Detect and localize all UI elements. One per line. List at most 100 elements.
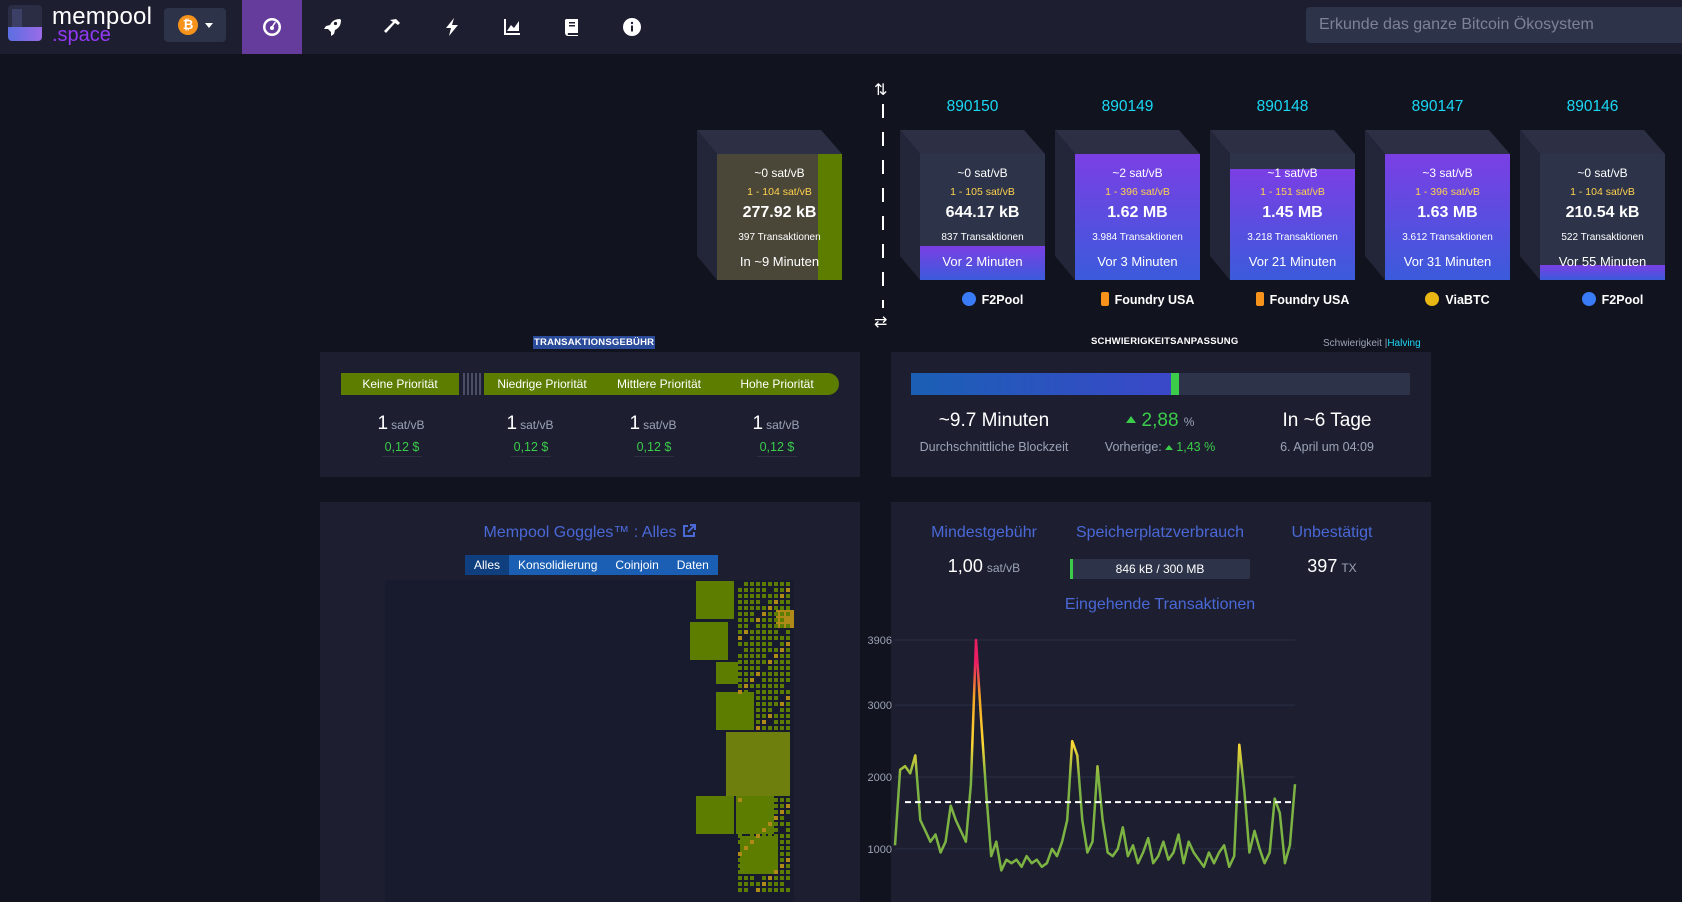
block-top-face xyxy=(1520,130,1665,154)
tx-square xyxy=(786,696,790,700)
tx-square xyxy=(780,600,784,604)
y-tick-label: 2000 xyxy=(868,772,892,784)
tx-square xyxy=(762,846,766,850)
tx-square xyxy=(756,660,760,664)
tx-square xyxy=(774,888,778,892)
goggles-tab-all[interactable]: Alles xyxy=(465,555,510,575)
difficulty-link[interactable]: Schwierigkeit xyxy=(1323,338,1382,349)
block-tx-count: 522 Transaktionen xyxy=(1561,232,1644,243)
tx-square xyxy=(774,876,778,880)
tx-square xyxy=(786,852,790,856)
goggles-block-visualization[interactable] xyxy=(385,580,794,902)
block-side-face xyxy=(1055,130,1075,280)
tx-square xyxy=(756,858,760,862)
block-pool-link[interactable]: F2Pool xyxy=(920,292,1065,307)
halving-link[interactable]: Halving xyxy=(1387,338,1420,349)
nav-lightning[interactable] xyxy=(422,0,482,54)
tx-square xyxy=(738,630,742,634)
nav-graphs[interactable] xyxy=(482,0,542,54)
block-height-link[interactable]: 890150 xyxy=(900,98,1045,116)
tx-square xyxy=(762,690,766,694)
tx-square xyxy=(774,648,778,652)
swap-horizontal-icon[interactable]: ⇄ xyxy=(874,312,887,332)
tx-square xyxy=(738,678,742,682)
goggles-tab-consolidation[interactable]: Konsolidierung xyxy=(509,555,607,575)
block-height-link[interactable]: 890149 xyxy=(1055,98,1200,116)
tx-square xyxy=(780,654,784,658)
tx-square xyxy=(774,804,778,808)
mined-block[interactable]: ~0 sat/vB 1 - 105 sat/vB 644.17 kB 837 T… xyxy=(900,130,1045,280)
tx-square xyxy=(762,624,766,628)
tx-square xyxy=(780,840,784,844)
fees-section-title: TRANSAKTIONSGEBÜHR xyxy=(533,336,656,349)
tx-square xyxy=(750,636,754,640)
nav-mining[interactable] xyxy=(362,0,422,54)
tx-square xyxy=(756,882,760,886)
tx-square xyxy=(762,618,766,622)
tx-square xyxy=(762,876,766,880)
block-height-link[interactable]: 890146 xyxy=(1520,98,1665,116)
tx-square xyxy=(780,582,784,586)
goggles-title[interactable]: Mempool Goggles™ : Alles xyxy=(320,524,860,542)
tx-square xyxy=(738,870,742,874)
tx-square xyxy=(756,834,760,838)
tx-square xyxy=(786,606,790,610)
tx-square xyxy=(768,864,772,868)
mempool-logo[interactable]: mempool .space xyxy=(8,3,156,46)
nav-accelerator[interactable] xyxy=(302,0,362,54)
nav-docs[interactable] xyxy=(542,0,602,54)
block-pool-link[interactable]: ViaBTC xyxy=(1385,292,1530,307)
tx-square xyxy=(786,666,790,670)
block-front: ~0 sat/vB 1 - 104 sat/vB 277.92 kB 397 T… xyxy=(717,154,842,280)
mined-block[interactable]: ~1 sat/vB 1 - 151 sat/vB 1.45 MB 3.218 T… xyxy=(1210,130,1355,280)
goggles-tab-coinjoin[interactable]: Coinjoin xyxy=(606,555,668,575)
swap-direction-icon[interactable]: ⇅ xyxy=(874,80,887,100)
block-top-face xyxy=(1210,130,1355,154)
tx-square xyxy=(744,618,748,622)
block-top-face xyxy=(900,130,1045,154)
goggles-tab-data[interactable]: Daten xyxy=(667,555,718,575)
tx-square xyxy=(750,678,754,682)
tx-square xyxy=(744,684,748,688)
tx-square xyxy=(786,690,790,694)
tx-square xyxy=(744,714,748,718)
tx-square xyxy=(768,630,772,634)
block-pool-link[interactable]: F2Pool xyxy=(1540,292,1682,307)
tx-square xyxy=(756,606,760,610)
tx-square xyxy=(750,630,754,634)
tx-square xyxy=(774,810,778,814)
fee-unit: sat/vB xyxy=(391,418,425,432)
incoming-tx-chart[interactable]: 3906 3000 2000 1000 xyxy=(865,630,1365,902)
block-tx-count: 3.218 Transaktionen xyxy=(1247,232,1338,243)
block-side-face xyxy=(1365,130,1385,280)
tx-square xyxy=(744,840,748,844)
tx-square xyxy=(756,846,760,850)
block-height-link[interactable]: 890147 xyxy=(1365,98,1510,116)
tx-square xyxy=(750,846,754,850)
tx-square xyxy=(762,648,766,652)
tx-square xyxy=(786,840,790,844)
unconfirmed-unit: TX xyxy=(1341,561,1357,575)
mined-block[interactable]: ~2 sat/vB 1 - 396 sat/vB 1.62 MB 3.984 T… xyxy=(1055,130,1200,280)
tx-square xyxy=(780,804,784,808)
tx-square xyxy=(738,822,742,826)
tx-square xyxy=(786,636,790,640)
search-input[interactable] xyxy=(1306,7,1682,43)
block-height-link[interactable]: 890148 xyxy=(1210,98,1355,116)
network-selector-button[interactable]: ₿ xyxy=(164,8,226,42)
tx-square xyxy=(744,612,748,616)
pool-name: Foundry USA xyxy=(1269,293,1350,307)
fee-bar-gap xyxy=(463,373,481,395)
tx-square xyxy=(774,720,778,724)
mined-block[interactable]: ~0 sat/vB 1 - 104 sat/vB 210.54 kB 522 T… xyxy=(1520,130,1665,280)
tx-square xyxy=(774,870,778,874)
mempool-block[interactable]: ~0 sat/vB 1 - 104 sat/vB 277.92 kB 397 T… xyxy=(697,130,842,280)
nav-dashboard[interactable] xyxy=(242,0,302,54)
mined-block[interactable]: ~3 sat/vB 1 - 396 sat/vB 1.63 MB 3.612 T… xyxy=(1365,130,1510,280)
block-pool-link[interactable]: Foundry USA xyxy=(1230,292,1375,307)
nav-about[interactable] xyxy=(602,0,662,54)
tx-square xyxy=(756,828,760,832)
tx-square xyxy=(750,606,754,610)
block-pool-link[interactable]: Foundry USA xyxy=(1075,292,1220,307)
tx-square xyxy=(762,870,766,874)
